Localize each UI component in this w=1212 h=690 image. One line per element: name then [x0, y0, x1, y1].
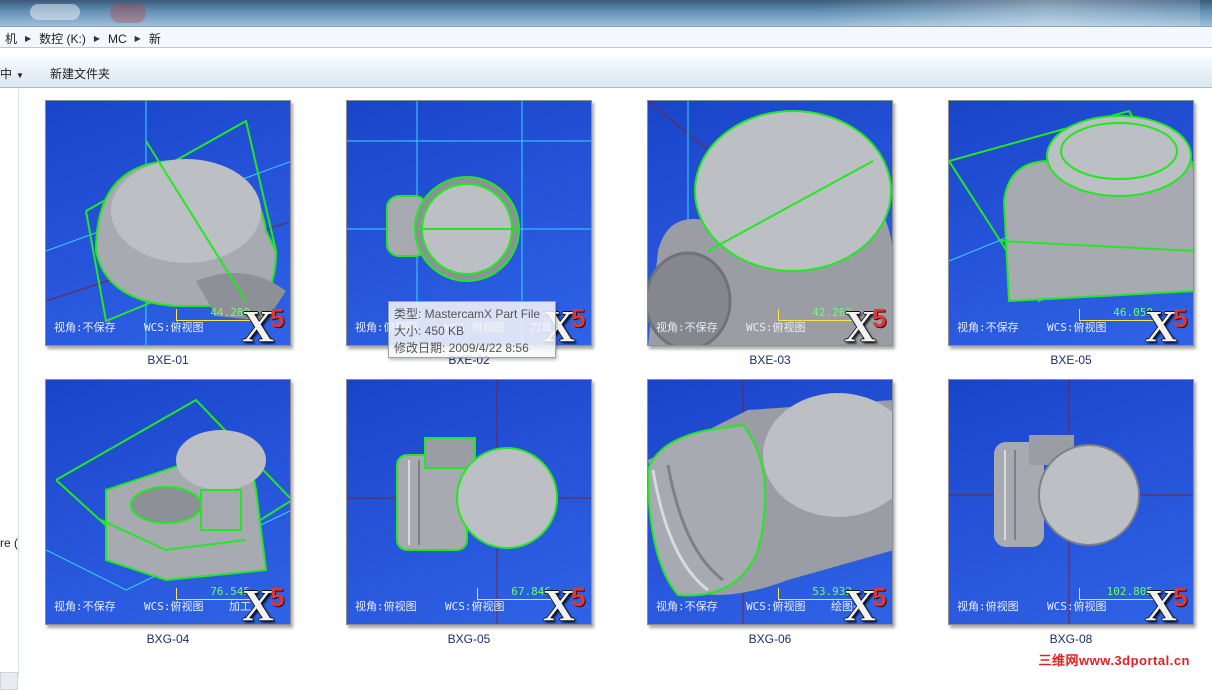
chevron-down-icon: ▼: [16, 71, 24, 80]
wcs-label: WCS:俯视图: [746, 319, 806, 335]
title-bar-decoration: [820, 0, 1200, 26]
view-status: 视角:不保存 WCS:俯视图 加工刀: [54, 598, 116, 614]
wcs-label: WCS:俯视图: [144, 319, 204, 335]
breadcrumb-item-drive[interactable]: 数控 (K:): [34, 30, 91, 47]
title-bar-decoration: [30, 4, 80, 20]
mastercam-x5-logo: X5: [541, 584, 592, 625]
wcs-label: WCS:俯视图: [746, 598, 806, 614]
view-label: 视角:俯视图: [355, 600, 417, 613]
file-thumbnail[interactable]: 46.058 视角:不保存 WCS:俯视图 X5: [948, 100, 1194, 346]
wcs-label: WCS:俯视图: [445, 598, 505, 614]
breadcrumb: 机 ▶ 数控 (K:) ▶ MC ▶ 新: [0, 30, 166, 47]
new-folder-button[interactable]: 新建文件夹: [50, 65, 110, 82]
file-name[interactable]: BXG-05: [346, 632, 592, 646]
wcs-label: WCS:俯视图: [144, 598, 204, 614]
file-thumbnail[interactable]: 76.545 视角:不保存 WCS:俯视图 加工刀 X5: [45, 379, 291, 625]
view-label: 视角:俯视图: [957, 600, 1019, 613]
file-name[interactable]: BXE-01: [45, 353, 291, 367]
mastercam-x5-logo: X5: [240, 305, 291, 346]
wcs-label: WCS:俯视图: [1047, 598, 1107, 614]
include-in-library-label: 中: [0, 67, 12, 81]
mastercam-x5-logo: X5: [842, 584, 893, 625]
view-status: 视角:俯视图 WCS:俯视图: [355, 598, 417, 614]
site-watermark: 三维网www.3dportal.cn: [1038, 650, 1190, 669]
wcs-label: WCS:俯视图: [1047, 319, 1107, 335]
file-thumbnail[interactable]: 53.932 视角:不保存 WCS:俯视图 绘图平 X5: [647, 379, 893, 625]
include-in-library-button[interactable]: 中▼: [0, 65, 24, 82]
tooltip-size: 大小: 450 KB: [394, 323, 550, 340]
mastercam-x5-logo: X5: [1143, 305, 1194, 346]
view-label: 视角:不保存: [656, 600, 718, 613]
mastercam-x5-logo: X5: [1143, 584, 1194, 625]
file-name[interactable]: BXG-04: [45, 632, 291, 646]
view-status: 视角:不保存 WCS:俯视图 绘图平: [656, 598, 718, 614]
file-thumbnail[interactable]: 67.846 视角:俯视图 WCS:俯视图 X5: [346, 379, 592, 625]
breadcrumb-item-computer[interactable]: 机: [0, 30, 22, 47]
chevron-right-icon[interactable]: ▶: [132, 34, 144, 43]
mastercam-x5-logo: X5: [842, 305, 893, 346]
file-thumbnail[interactable]: 102.805 视角:俯视图 WCS:俯视图 X5: [948, 379, 1194, 625]
view-status: 视角:不保存 WCS:俯视图: [656, 319, 718, 335]
chevron-right-icon[interactable]: ▶: [22, 34, 34, 43]
mastercam-x5-logo: X5: [240, 584, 291, 625]
nav-scroll-handle[interactable]: [0, 672, 18, 690]
file-name[interactable]: BXE-05: [948, 353, 1194, 367]
file-thumbnail[interactable]: 44.288 视角:不保存 WCS:俯视图 X5: [45, 100, 291, 346]
file-name[interactable]: BXG-08: [948, 632, 1194, 646]
view-label: 视角:不保存: [957, 321, 1019, 334]
file-info-tooltip: 类型: MastercamX Part File 大小: 450 KB 修改日期…: [388, 301, 556, 358]
view-label: 视角:不保存: [54, 600, 116, 613]
view-status: 视角:不保存 WCS:俯视图: [54, 319, 116, 335]
file-grid: 44.288 视角:不保存 WCS:俯视图 X5 BXE-01: [20, 88, 1212, 677]
view-label: 视角:不保存: [54, 321, 116, 334]
title-bar-decoration: [110, 3, 146, 23]
window-title-bar: [0, 0, 1212, 26]
view-status: 视角:俯视图 WCS:俯视图: [957, 598, 1019, 614]
tooltip-modified: 修改日期: 2009/4/22 8:56: [394, 340, 550, 357]
file-name[interactable]: BXE-03: [647, 353, 893, 367]
nav-item-truncated[interactable]: re (: [0, 536, 18, 550]
address-bar[interactable]: 机 ▶ 数控 (K:) ▶ MC ▶ 新: [0, 26, 1212, 48]
breadcrumb-item-current[interactable]: 新: [144, 30, 166, 47]
file-thumbnail[interactable]: 42.263 视角:不保存 WCS:俯视图 X5: [647, 100, 893, 346]
file-name[interactable]: BXG-06: [647, 632, 893, 646]
tooltip-type: 类型: MastercamX Part File: [394, 306, 550, 323]
navigation-pane[interactable]: re (: [0, 88, 19, 677]
view-status: 视角:不保存 WCS:俯视图: [957, 319, 1019, 335]
breadcrumb-item-mc[interactable]: MC: [103, 32, 132, 46]
view-label: 视角:不保存: [656, 321, 718, 334]
chevron-right-icon[interactable]: ▶: [91, 34, 103, 43]
command-toolbar: 中▼ 新建文件夹: [0, 57, 1212, 88]
